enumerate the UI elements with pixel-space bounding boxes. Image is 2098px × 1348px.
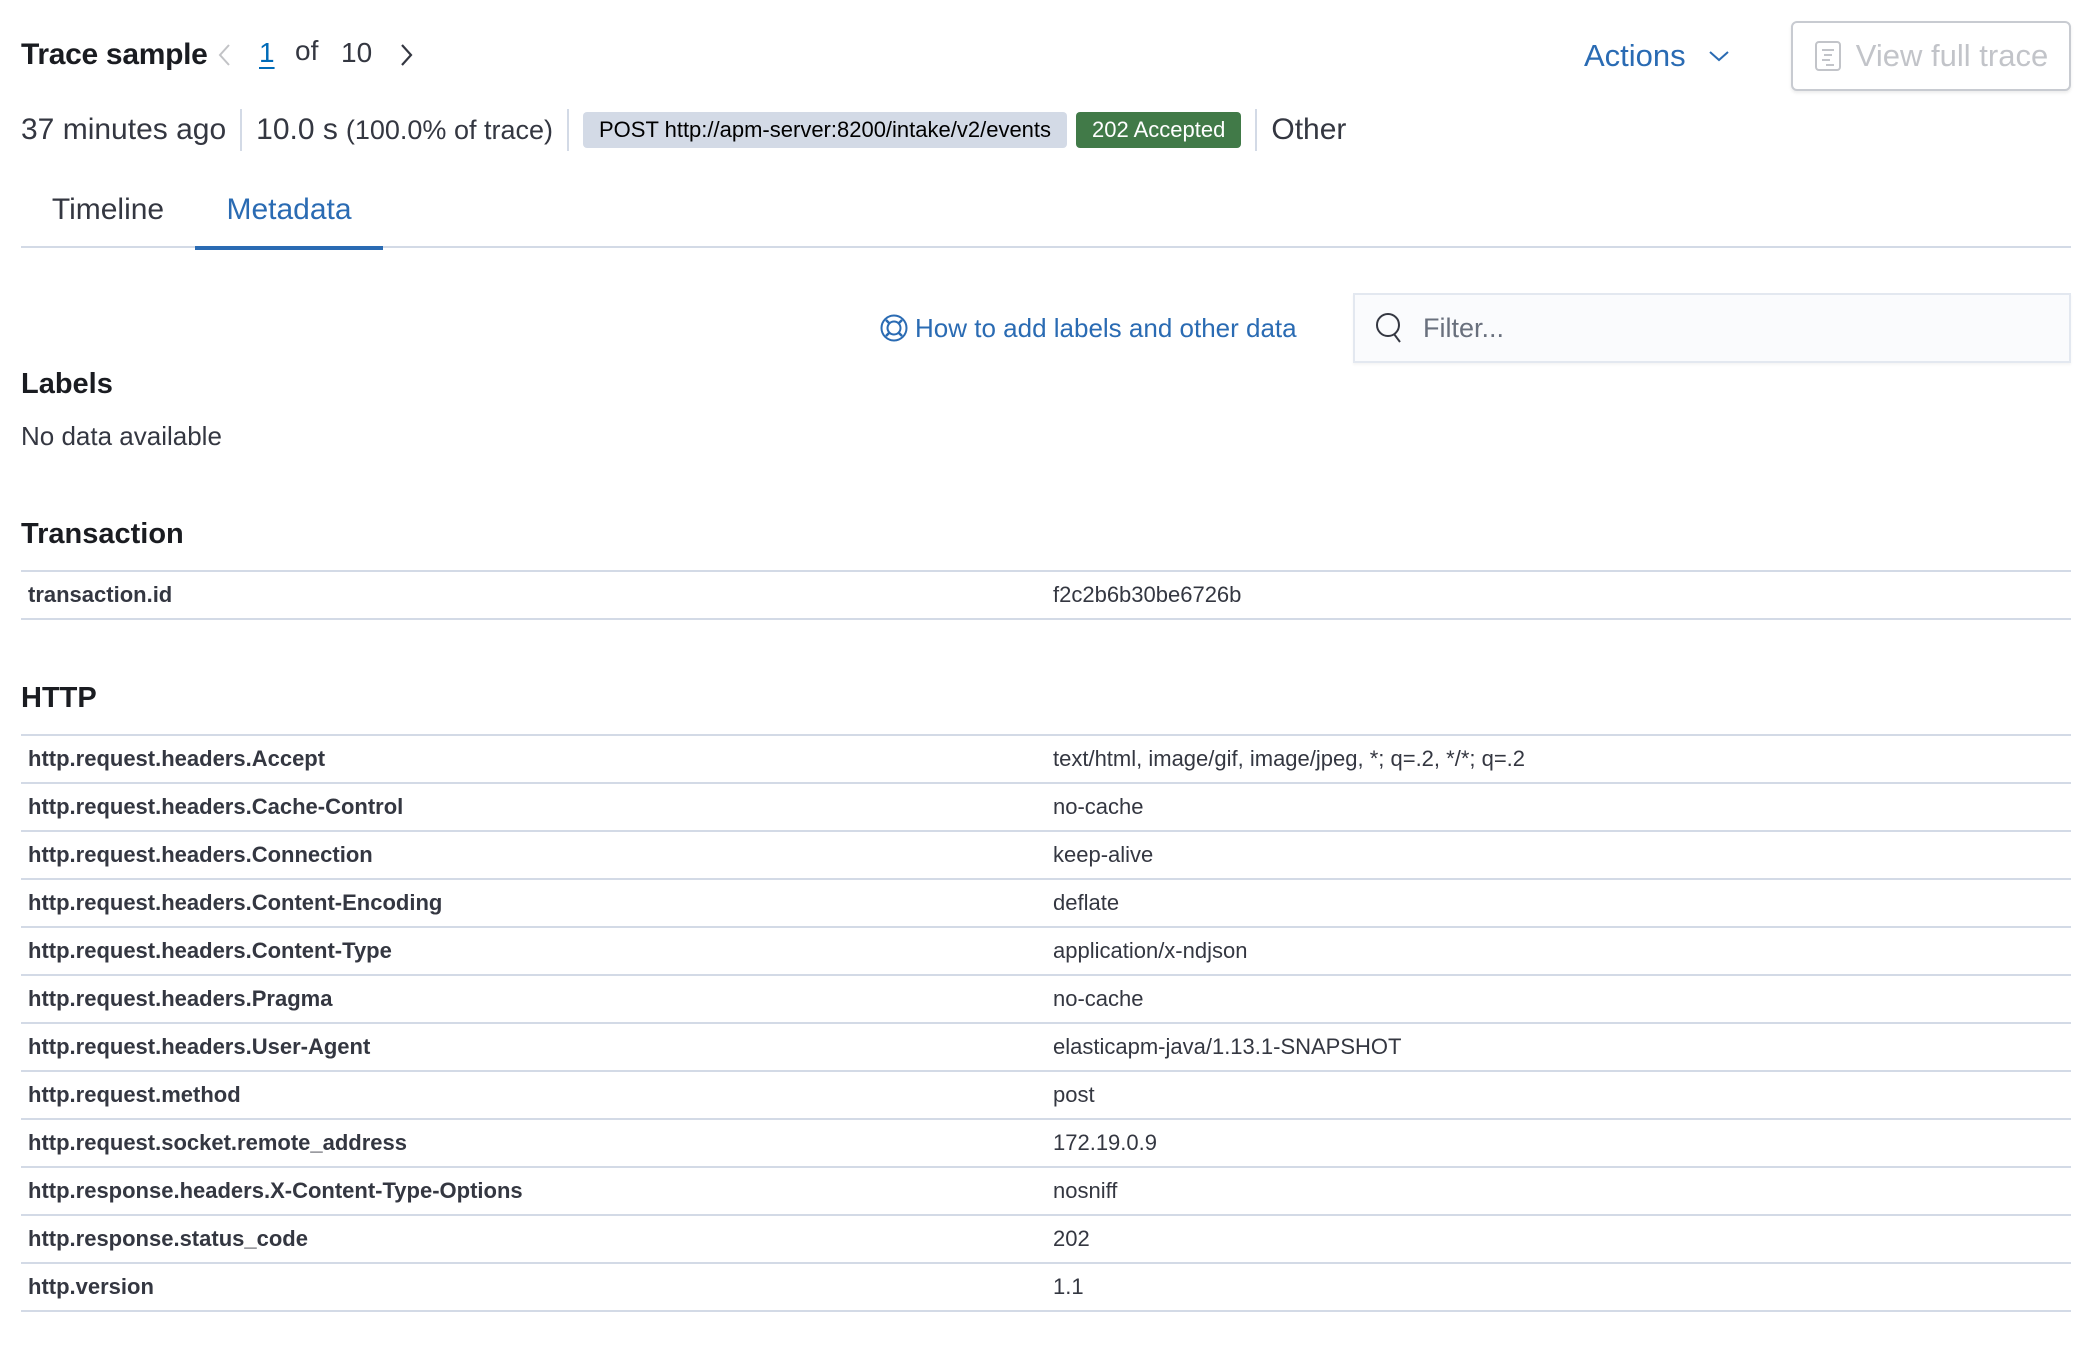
field-value: application/x-ndjson bbox=[1053, 927, 2071, 976]
table-row: http.request.headers.Accept text/html, im… bbox=[21, 734, 2071, 784]
field-value: f2c2b6b30be6726b bbox=[1053, 570, 2071, 620]
http-heading: HTTP bbox=[21, 682, 97, 714]
http-table: http.request.headers.Accept text/html, im… bbox=[21, 734, 2071, 1312]
field-value: keep-alive bbox=[1053, 831, 2071, 880]
divider bbox=[1255, 109, 1258, 151]
field-value: nosniff bbox=[1053, 1167, 2071, 1216]
pager-current-page[interactable]: 1 bbox=[259, 37, 275, 69]
help-link-label: How to add labels and other data bbox=[915, 312, 1297, 343]
transaction-heading: Transaction bbox=[21, 518, 184, 550]
table-row: http.request.headers.Content-Type applica… bbox=[21, 927, 2071, 976]
field-key: http.response.headers.X-Content-Type-Opt… bbox=[21, 1167, 1053, 1216]
request-url-badge: POST http://apm-server:8200/intake/v2/ev… bbox=[582, 112, 1068, 148]
pager-total: 10 bbox=[341, 37, 373, 68]
filter-input[interactable] bbox=[1423, 312, 2023, 344]
pager-prev-button[interactable] bbox=[212, 38, 236, 72]
field-value: text/html, image/gif, image/jpeg, *; q=.… bbox=[1053, 734, 2071, 784]
page-title: Trace sample bbox=[21, 38, 208, 71]
pager-of-label: of bbox=[295, 35, 319, 66]
field-key: http.request.method bbox=[21, 1071, 1053, 1120]
actions-label: Actions bbox=[1584, 38, 1686, 73]
field-value: 1.1 bbox=[1053, 1263, 2071, 1312]
field-value: deflate bbox=[1053, 879, 2071, 928]
duration-percent: (100.0% of trace) bbox=[345, 114, 553, 145]
field-value: post bbox=[1053, 1071, 2071, 1120]
duration: 10.0 s bbox=[256, 113, 338, 146]
pager-next-button[interactable] bbox=[395, 38, 419, 72]
lifebuoy-icon bbox=[880, 314, 908, 342]
view-full-trace-label: View full trace bbox=[1855, 38, 2049, 73]
table-row: transaction.id f2c2b6b30be6726b bbox=[21, 570, 2071, 620]
field-key: http.request.headers.Cache-Control bbox=[21, 783, 1053, 832]
table-row: http.response.status_code 202 bbox=[21, 1215, 2071, 1264]
help-link[interactable]: How to add labels and other data bbox=[879, 308, 1297, 348]
field-key: transaction.id bbox=[21, 570, 1053, 620]
time-ago: 37 minutes ago bbox=[21, 113, 227, 146]
field-key: http.request.headers.User-Agent bbox=[21, 1023, 1053, 1072]
field-key: http.request.headers.Content-Type bbox=[21, 927, 1053, 976]
trace-summary: 37 minutes ago 10.0 s (100.0% of trace) … bbox=[21, 106, 1346, 154]
tab-metadata[interactable]: Metadata bbox=[195, 172, 383, 250]
field-key: http.request.headers.Pragma bbox=[21, 975, 1053, 1024]
field-key: http.response.status_code bbox=[21, 1215, 1053, 1264]
transaction-table: transaction.id f2c2b6b30be6726b bbox=[21, 570, 2071, 620]
labels-empty-text: No data available bbox=[21, 421, 222, 451]
filter-field[interactable] bbox=[1353, 293, 2071, 363]
table-row: http.version 1.1 bbox=[21, 1263, 2071, 1312]
tab-bar: Timeline Metadata bbox=[21, 172, 2071, 250]
field-key: http.request.socket.remote_address bbox=[21, 1119, 1053, 1168]
table-row: http.request.headers.User-Agent elasticap… bbox=[21, 1023, 2071, 1072]
field-value: no-cache bbox=[1053, 975, 2071, 1024]
table-row: http.request.method post bbox=[21, 1071, 2071, 1120]
labels-heading: Labels bbox=[21, 368, 113, 400]
field-key: http.request.headers.Content-Encoding bbox=[21, 879, 1053, 928]
field-value: 172.19.0.9 bbox=[1053, 1119, 2071, 1168]
actions-button[interactable]: Actions bbox=[1584, 36, 1730, 76]
table-row: http.request.headers.Cache-Control no-cac… bbox=[21, 783, 2071, 832]
divider bbox=[240, 109, 243, 151]
field-value: no-cache bbox=[1053, 783, 2071, 832]
status-badge: 202 Accepted bbox=[1076, 112, 1242, 148]
table-row: http.response.headers.X-Content-Type-Opt… bbox=[21, 1167, 2071, 1216]
chevron-right-icon bbox=[401, 44, 413, 66]
field-key: http.request.headers.Connection bbox=[21, 831, 1053, 880]
transaction-type: Other bbox=[1271, 113, 1347, 146]
divider bbox=[566, 109, 569, 151]
field-key: http.request.headers.Accept bbox=[21, 734, 1053, 784]
search-icon bbox=[1376, 313, 1401, 343]
chevron-left-icon bbox=[218, 44, 230, 66]
table-row: http.request.headers.Connection keep-aliv… bbox=[21, 831, 2071, 880]
field-value: elasticapm-java/1.13.1-SNAPSHOT bbox=[1053, 1023, 2071, 1072]
document-icon bbox=[1814, 41, 1841, 71]
chevron-down-icon bbox=[1709, 51, 1729, 62]
table-row: http.request.headers.Pragma no-cache bbox=[21, 975, 2071, 1024]
table-row: http.request.socket.remote_address 172.19… bbox=[21, 1119, 2071, 1168]
tab-timeline[interactable]: Timeline bbox=[21, 172, 195, 248]
view-full-trace-button[interactable]: View full trace bbox=[1791, 21, 2071, 91]
table-row: http.request.headers.Content-Encoding def… bbox=[21, 879, 2071, 928]
field-key: http.version bbox=[21, 1263, 1053, 1312]
field-value: 202 bbox=[1053, 1215, 2071, 1264]
